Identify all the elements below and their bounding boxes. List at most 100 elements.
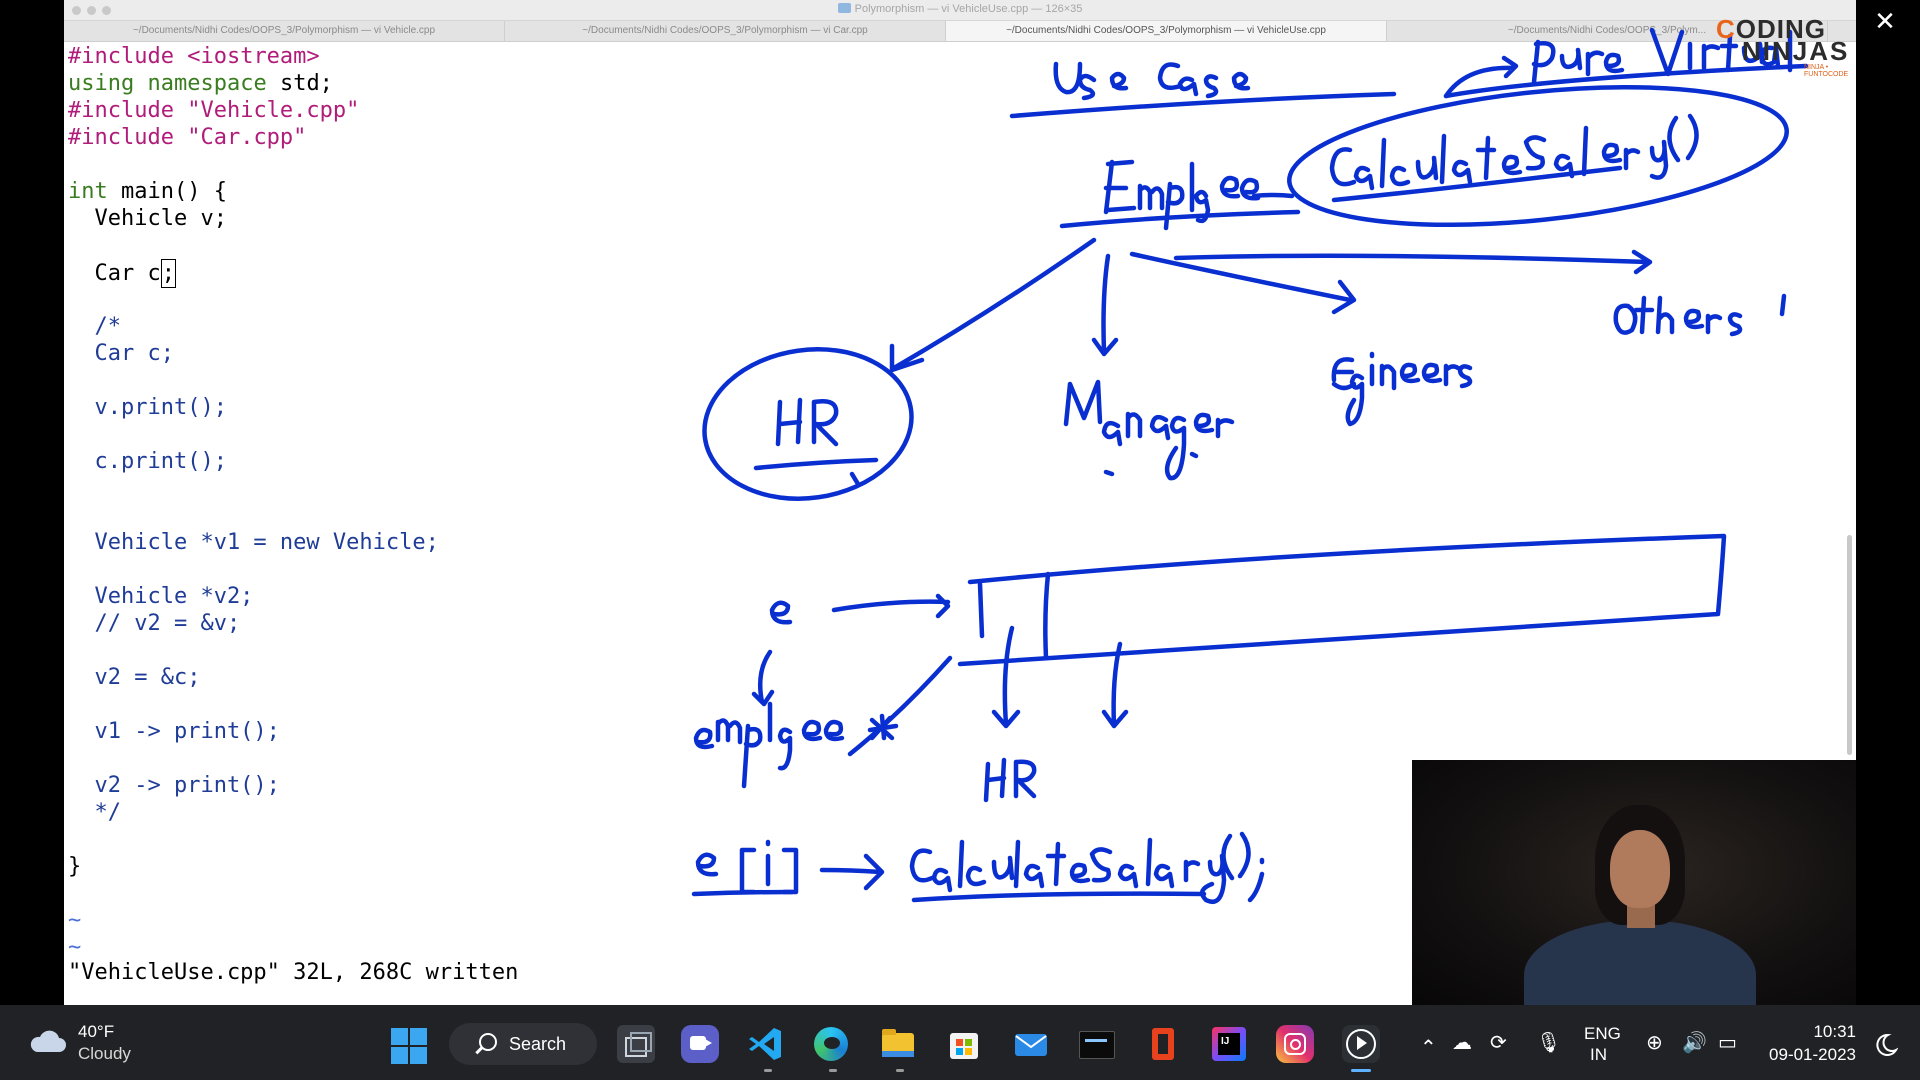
window-title: Polymorphism — vi VehicleUse.cpp — 126×3… xyxy=(64,3,1856,15)
code-token: #include xyxy=(68,98,174,123)
onedrive-icon[interactable]: ☁ xyxy=(1452,1030,1472,1054)
code-token: #include xyxy=(68,125,174,150)
code-line: #include "Car.cpp" xyxy=(68,124,439,151)
code-editor[interactable]: #include <iostream> using namespace std;… xyxy=(68,43,439,961)
code-token: Car c xyxy=(68,261,161,286)
logo-tagline: NINJA • FUNTOCODE xyxy=(1804,64,1849,78)
code-line: v2 = &c; xyxy=(68,665,201,690)
code-line: Car c; xyxy=(68,341,174,366)
logo-line2: NINJAS xyxy=(1742,36,1850,66)
clock-date[interactable]: 09-01-2023 xyxy=(1762,1045,1856,1065)
code-token: using xyxy=(68,71,135,96)
code-line: // v2 = &v; xyxy=(68,611,241,636)
empty-line-marker: ~ xyxy=(68,935,82,960)
windows-logo-icon xyxy=(391,1047,408,1064)
code-line: Car c; xyxy=(68,259,439,288)
code-line: using namespace std; xyxy=(68,70,439,97)
network-icon[interactable]: ⊕ xyxy=(1646,1030,1663,1054)
empty-line-marker: ~ xyxy=(68,908,82,933)
code-line: */ xyxy=(68,800,121,825)
app-active-indicator xyxy=(1351,1069,1371,1072)
intellij-idea-icon[interactable]: IJ xyxy=(1210,1025,1248,1063)
folder-icon xyxy=(837,3,851,13)
task-view-icon[interactable] xyxy=(617,1025,655,1063)
chevron-up-icon[interactable]: ⌃ xyxy=(1420,1035,1437,1059)
coding-ninjas-logo: CODING NINJAS NINJA • FUNTOCODE xyxy=(1708,14,1854,78)
tab-bar: ~/Documents/Nidhi Codes/OOPS_3/Polymorph… xyxy=(64,21,1856,42)
mail-icon[interactable] xyxy=(1012,1025,1050,1063)
office-icon[interactable] xyxy=(1144,1025,1182,1063)
code-line: v2 -> print(); xyxy=(68,773,280,798)
vscode-icon[interactable] xyxy=(747,1025,785,1063)
code-line: } xyxy=(68,854,82,879)
windows-logo-icon xyxy=(410,1047,427,1064)
instagram-icon[interactable] xyxy=(1276,1025,1314,1063)
app-running-indicator xyxy=(764,1069,772,1072)
code-line: int main() { xyxy=(68,178,439,205)
sync-icon[interactable]: ⟳ xyxy=(1490,1030,1507,1054)
taskbar-search[interactable]: Search xyxy=(449,1023,597,1065)
teams-chat-icon[interactable] xyxy=(681,1025,719,1063)
search-icon xyxy=(479,1033,497,1051)
code-token: <iostream> xyxy=(173,44,320,69)
code-token: "Car.cpp" xyxy=(173,125,307,150)
search-label: Search xyxy=(509,1034,567,1054)
start-button[interactable] xyxy=(391,1028,427,1064)
status-line: "VehicleUse.cpp" 32L, 268C written xyxy=(68,960,519,985)
input-language[interactable]: ENG xyxy=(1584,1024,1621,1044)
code-line: Vehicle *v2; xyxy=(68,584,254,609)
tab-vehicle-cpp[interactable]: ~/Documents/Nidhi Codes/OOPS_3/Polymorph… xyxy=(64,21,505,41)
windows-logo-icon xyxy=(391,1028,408,1045)
logo-accent-letter: C xyxy=(1716,14,1736,44)
app-running-indicator xyxy=(829,1069,837,1072)
windows-logo-icon xyxy=(410,1028,427,1045)
code-line: /* xyxy=(68,314,121,339)
edge-browser-icon[interactable] xyxy=(812,1025,850,1063)
moon-icon[interactable] xyxy=(1872,1032,1898,1058)
code-line: #include <iostream> xyxy=(68,43,439,70)
code-token: "Vehicle.cpp" xyxy=(173,98,360,123)
code-line: v.print(); xyxy=(68,395,227,420)
code-line: v1 -> print(); xyxy=(68,719,280,744)
file-explorer-icon[interactable] xyxy=(879,1025,917,1063)
weather-widget[interactable]: 40°F Cloudy xyxy=(28,1022,158,1068)
tab-car-cpp[interactable]: ~/Documents/Nidhi Codes/OOPS_3/Polymorph… xyxy=(505,21,946,41)
mysql-workbench-icon[interactable] xyxy=(1077,1025,1115,1063)
presenter-face xyxy=(1610,830,1670,908)
code-token: main() { xyxy=(107,179,227,204)
clock-time[interactable]: 10:31 xyxy=(1782,1022,1856,1042)
volume-icon[interactable]: 🔊 xyxy=(1682,1030,1707,1054)
code-line: Vehicle v; xyxy=(68,206,227,231)
app-running-indicator xyxy=(896,1069,904,1072)
webcam-overlay xyxy=(1412,760,1856,1005)
code-token: std; xyxy=(266,71,333,96)
battery-icon[interactable]: ▭ xyxy=(1718,1030,1737,1054)
microsoft-store-icon[interactable] xyxy=(945,1025,983,1063)
weather-temperature: 40°F xyxy=(78,1022,115,1041)
media-player-icon[interactable] xyxy=(1342,1025,1380,1063)
window-title-text: Polymorphism — vi VehicleUse.cpp — 126×3… xyxy=(854,3,1083,15)
code-line: #include "Vehicle.cpp" xyxy=(68,97,439,124)
microphone-icon[interactable]: 🎙 xyxy=(1536,1030,1561,1054)
code-token: namespace xyxy=(147,71,267,96)
code-token: int xyxy=(68,179,108,204)
scrollbar[interactable] xyxy=(1847,535,1852,755)
code-line: Vehicle *v1 = new Vehicle; xyxy=(68,530,439,555)
close-icon[interactable]: ✕ xyxy=(1873,9,1897,35)
input-region[interactable]: IN xyxy=(1590,1045,1607,1065)
tab-vehicleuse-cpp[interactable]: ~/Documents/Nidhi Codes/OOPS_3/Polymorph… xyxy=(946,21,1387,41)
